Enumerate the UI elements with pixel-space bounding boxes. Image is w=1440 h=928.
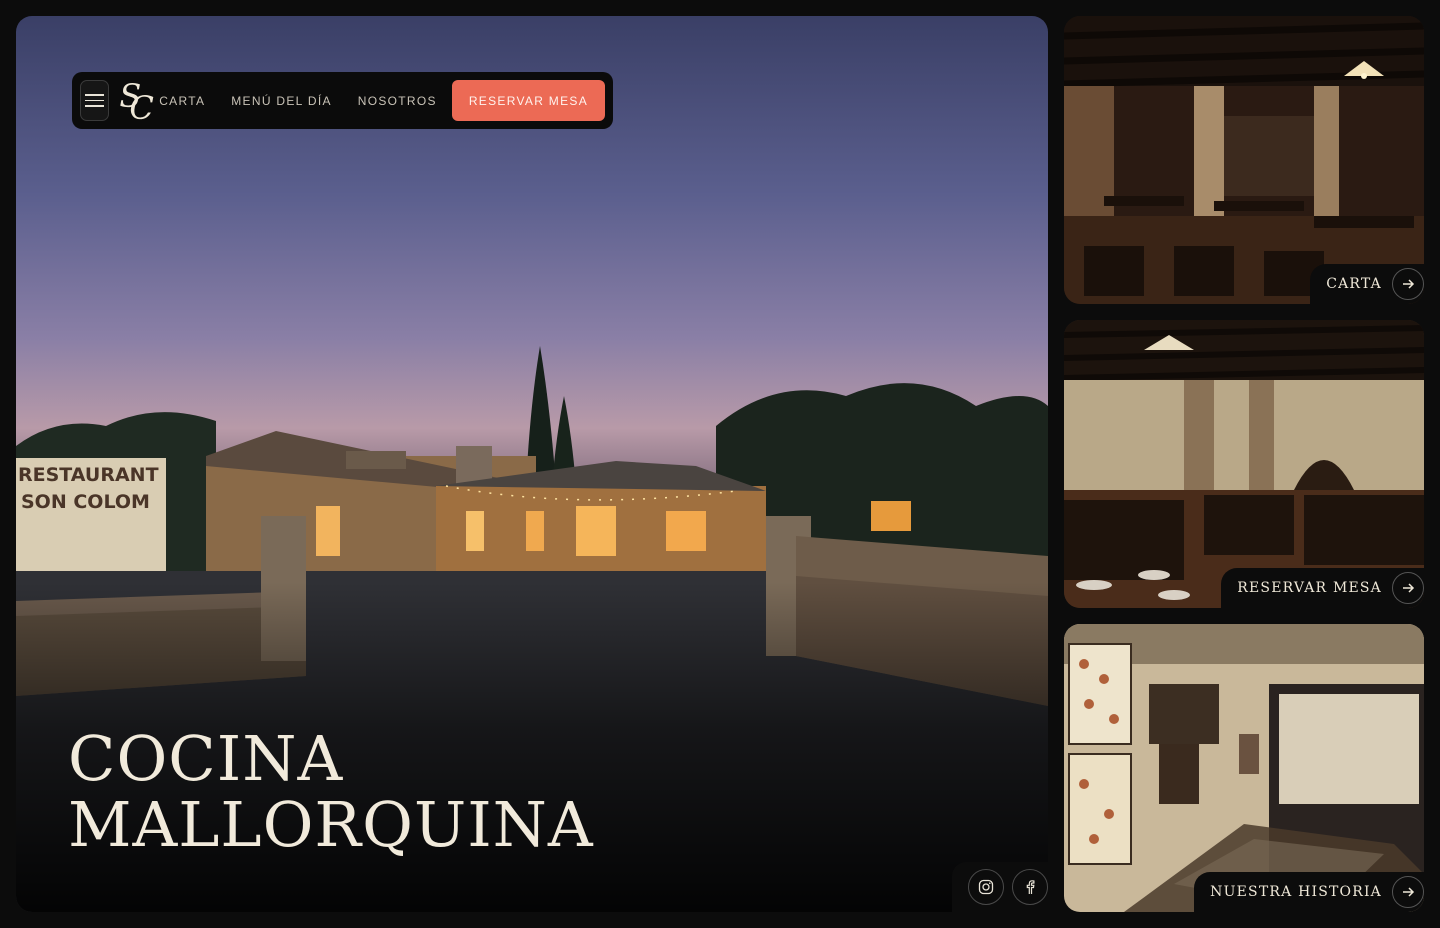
- menu-button[interactable]: [80, 80, 110, 121]
- card-carta-image: [1064, 16, 1424, 304]
- hero-title: COCINA MALLORQUINA: [68, 726, 594, 858]
- hero-image: RESTAURANT SON COLOM COCINA MALLORQUINA: [16, 16, 1048, 912]
- nav-link-menu-del-dia[interactable]: MENÚ DEL DÍA: [231, 94, 332, 108]
- hamburger-icon: [85, 94, 105, 96]
- card-reservar-mesa-tab: RESERVAR MESA: [1221, 568, 1424, 608]
- nav-link-nosotros[interactable]: NOSOTROS: [358, 94, 437, 108]
- card-reservar-mesa-label: RESERVAR MESA: [1237, 580, 1382, 596]
- card-reservar-mesa-image: [1064, 320, 1424, 608]
- social-links: [952, 862, 1048, 912]
- card-nuestra-historia-tab: NUESTRA HISTORIA: [1194, 872, 1424, 912]
- card-carta-arrow-button[interactable]: [1392, 268, 1424, 300]
- hamburger-icon: [85, 105, 105, 107]
- facebook-link[interactable]: [1012, 869, 1048, 905]
- arrow-right-icon: [1403, 887, 1415, 897]
- arrow-right-icon: [1403, 583, 1415, 593]
- hero-title-line1: COCINA: [68, 722, 344, 795]
- instagram-icon: [978, 879, 994, 895]
- hamburger-icon: [85, 99, 105, 102]
- arrow-right-icon: [1403, 279, 1415, 289]
- card-carta-tab: CARTA: [1310, 264, 1424, 304]
- sign-line1-text: RESTAURANT: [18, 464, 159, 486]
- top-nav: S C CARTA MENÚ DEL DÍA NOSOTROS RESERVAR…: [72, 72, 613, 129]
- card-carta[interactable]: CARTA: [1064, 16, 1424, 304]
- card-nuestra-historia[interactable]: NUESTRA HISTORIA: [1064, 624, 1424, 912]
- sign-line2-text: SON COLOM: [21, 491, 150, 513]
- instagram-link[interactable]: [968, 869, 1004, 905]
- facebook-icon: [1026, 880, 1035, 894]
- nav-link-carta[interactable]: CARTA: [159, 94, 205, 108]
- card-reservar-mesa-arrow-button[interactable]: [1392, 572, 1424, 604]
- card-carta-label: CARTA: [1326, 276, 1382, 292]
- card-nuestra-historia-image: [1064, 624, 1424, 912]
- card-nuestra-historia-arrow-button[interactable]: [1392, 876, 1424, 908]
- card-nuestra-historia-label: NUESTRA HISTORIA: [1210, 884, 1382, 900]
- card-reservar-mesa[interactable]: RESERVAR MESA: [1064, 320, 1424, 608]
- logo[interactable]: S C: [115, 77, 153, 127]
- hero-title-line2: MALLORQUINA: [68, 788, 594, 861]
- reserve-button[interactable]: RESERVAR MESA: [451, 80, 605, 121]
